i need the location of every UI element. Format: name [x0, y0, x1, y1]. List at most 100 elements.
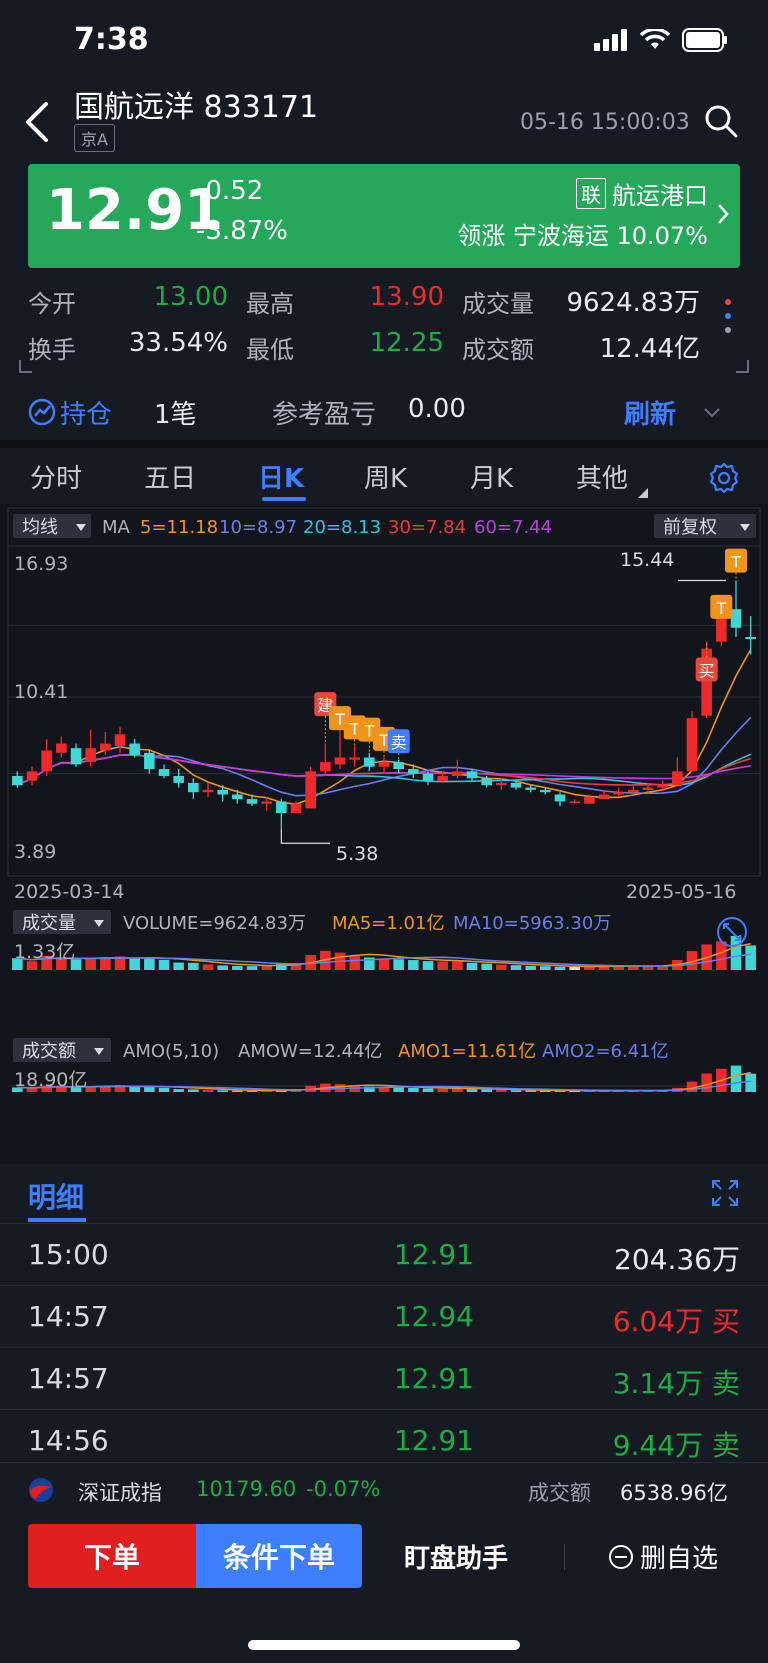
volume-bar: [188, 962, 199, 970]
detail-header: 明细: [0, 1168, 768, 1224]
volume-bar: [452, 961, 463, 970]
max-price-label: 15.44: [620, 549, 674, 571]
volume-bar: [730, 936, 742, 970]
y-axis-bottom: 3.89: [14, 841, 56, 863]
sector-name: 航运港口: [612, 182, 708, 210]
candle-body: [26, 771, 38, 781]
candle-body: [569, 801, 580, 803]
tab-daily-k[interactable]: 日K: [258, 458, 304, 495]
candle-body: [173, 775, 184, 783]
tab-other[interactable]: 其他: [576, 458, 628, 495]
trade-time: 14:56: [28, 1424, 109, 1457]
position-row[interactable]: 持仓 1笔 参考盈亏 0.00 刷新: [0, 384, 768, 440]
trade-volume: 9.44万 卖: [613, 1424, 740, 1464]
trade-volume-value: 9.44万: [612, 1429, 704, 1462]
amount-y-top: 18.90亿: [14, 1069, 87, 1091]
gear-icon[interactable]: [708, 462, 740, 494]
candle-body: [554, 794, 566, 802]
candle-body: [100, 743, 111, 751]
conditional-order-button[interactable]: 条件下单: [196, 1524, 362, 1588]
candle-body: [525, 787, 536, 790]
ma60-value: 60=7.44: [474, 517, 552, 538]
tab-intraday[interactable]: 分时: [30, 458, 82, 495]
tab-five-day[interactable]: 五日: [144, 458, 196, 495]
candle-body: [349, 757, 360, 760]
amount-bar: [173, 1089, 184, 1092]
candle-body: [686, 718, 698, 772]
volume-bar: [510, 965, 522, 970]
more-dots-icon[interactable]: [720, 296, 736, 340]
amount-bar: [466, 1089, 478, 1092]
trade-volume-value: 3.14万: [612, 1367, 704, 1400]
candle-body: [217, 789, 228, 795]
candle-body: [114, 734, 126, 746]
refresh-button[interactable]: 刷新: [624, 394, 676, 431]
volume-bar: [261, 966, 272, 970]
chevron-down-icon[interactable]: [702, 406, 722, 420]
candle-body: [672, 771, 683, 786]
kline-chart[interactable]: 建T T T T 卖买TT 均线 MA 5=11.18 10=8.97 20=8.13 …: [0, 504, 768, 1164]
pnl-label: 参考盈亏: [272, 400, 377, 430]
fullscreen-icon[interactable]: [710, 1178, 740, 1208]
volume-bar: [745, 945, 756, 970]
volume-bar: [408, 960, 419, 970]
search-icon[interactable]: [704, 104, 738, 138]
candle-body: [56, 743, 67, 753]
open-value: 13.00: [153, 282, 228, 312]
volume-bar: [85, 958, 96, 970]
amount-bar: [158, 1087, 170, 1092]
candle-body: [12, 775, 23, 786]
ma10-value: 10=8.97: [219, 517, 297, 538]
date-start: 2025-03-14: [14, 881, 124, 903]
marker-text: T: [730, 553, 741, 572]
candle-body: [261, 801, 272, 804]
remove-watchlist-button[interactable]: 删自选: [608, 1538, 718, 1575]
volume-value: 9624.83万: [566, 288, 700, 318]
y-axis-top: 16.93: [14, 553, 68, 575]
trade-price: 12.94: [393, 1300, 474, 1333]
monitor-assistant-button[interactable]: 盯盘助手: [404, 1538, 508, 1575]
trade-price: 12.91: [393, 1424, 474, 1457]
stock-title: 国航远洋 833171: [74, 90, 319, 125]
candle-body: [496, 782, 507, 786]
volume-bar: [466, 962, 478, 970]
volume-ma5: MA5=1.01亿: [332, 913, 444, 934]
detail-tab[interactable]: 明细: [28, 1176, 84, 1216]
trade-volume: 204.36万: [614, 1243, 740, 1276]
candle-body: [129, 743, 140, 756]
index-bar[interactable]: 深证成指 10179.60 -0.07% 成交额 6538.96亿: [0, 1462, 768, 1514]
sector-link[interactable]: 联 航运港口: [576, 176, 708, 211]
candle-body: [510, 782, 522, 788]
volume-bar: [217, 965, 228, 970]
chevron-right-icon: [718, 204, 729, 224]
volume-value: VOLUME=9624.83万: [123, 913, 306, 934]
index-name: 深证成指: [78, 1481, 162, 1505]
trade-time: 14:57: [28, 1300, 109, 1333]
bottom-action-bar: 下单 条件下单 盯盘助手 删自选: [0, 1514, 768, 1663]
amount-bar: [188, 1089, 199, 1092]
index-logo-icon: [29, 1478, 53, 1502]
candle-body: [41, 750, 52, 772]
candle-body: [745, 637, 756, 640]
volume-bar: [378, 958, 390, 970]
back-icon[interactable]: [22, 100, 52, 144]
volume-bar: [173, 962, 184, 970]
expand-corners-icon[interactable]: [18, 358, 750, 376]
corner-triangle-icon: [638, 488, 648, 498]
signal-icon: [594, 29, 627, 51]
tab-monthly-k[interactable]: 月K: [470, 458, 513, 495]
candle: [686, 711, 698, 772]
order-button[interactable]: 下单: [28, 1524, 196, 1588]
position-label: 持仓: [60, 400, 113, 430]
volume-bar: [202, 964, 214, 970]
candle-body: [334, 757, 346, 765]
volume-ma10: MA10=5963.30万: [453, 913, 611, 934]
price-card[interactable]: 12.91 -0.52 -3.87% 联 航运港口 领涨 宁波海运 10.07%: [28, 164, 740, 268]
trade-volume: 6.04万 买: [613, 1300, 740, 1340]
index-change: -0.07%: [306, 1477, 381, 1501]
trade-price: 12.91: [393, 1238, 474, 1271]
marker-text: 卖: [391, 733, 407, 752]
pnl-value: 0.00: [408, 394, 466, 424]
tab-weekly-k[interactable]: 周K: [364, 458, 407, 495]
trade-marker[interactable]: T: [710, 594, 733, 619]
